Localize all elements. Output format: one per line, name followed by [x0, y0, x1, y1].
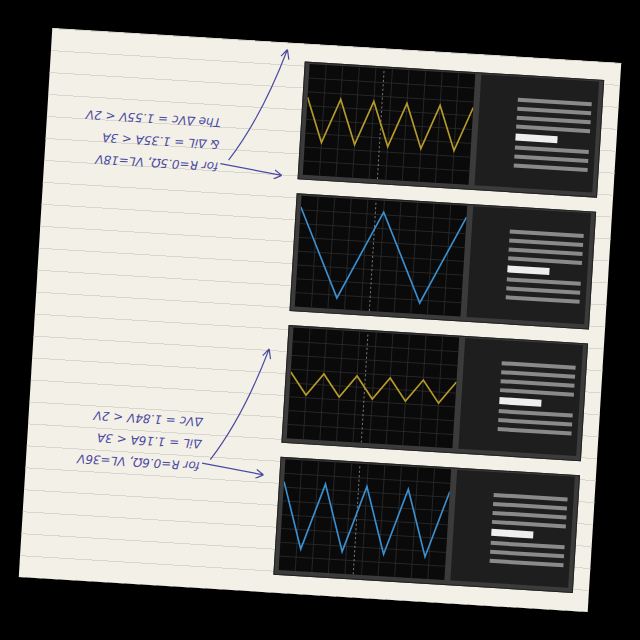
waveform-line — [305, 97, 473, 151]
scope-screenshot — [298, 62, 605, 198]
arrow-icon — [218, 26, 297, 180]
menu-row — [507, 277, 581, 286]
arrow-icon — [199, 325, 278, 479]
menu-row — [501, 361, 575, 370]
menu-row — [498, 418, 572, 427]
handwritten-line: & ΔiL = 1.35A < 3A — [84, 127, 220, 151]
scope-screenshot — [289, 193, 596, 329]
menu-row — [508, 256, 582, 265]
waveform-plot — [279, 459, 451, 580]
menu-row — [516, 124, 590, 133]
menu-row — [517, 106, 591, 115]
menu-row — [505, 295, 579, 304]
scope-screenshot — [281, 325, 588, 461]
photo-background: for R=0.6Ω, VL=36VΔiL = 1.16A < 3AΔVc = … — [0, 0, 640, 640]
menu-row — [509, 238, 583, 247]
handwritten-line: for R=0.5Ω, VL=18V — [83, 149, 219, 173]
measurement-menu — [475, 75, 600, 193]
menu-row — [515, 145, 589, 154]
measurement-menu — [458, 338, 583, 456]
handwritten-line: ΔVc = 1.84V < 2V — [79, 406, 203, 429]
menu-row — [509, 229, 583, 238]
waveform-plot — [295, 196, 467, 317]
handwritten-line: The ΔVc = 1.55V < 2V — [85, 105, 221, 129]
waveform-line — [289, 372, 456, 404]
menu-row — [492, 511, 566, 520]
menu-row — [506, 286, 580, 295]
waveform-line — [280, 482, 450, 558]
handwritten-line: for R=0.6Ω, VL=36V — [77, 449, 201, 472]
menu-row — [508, 247, 582, 256]
waveform-plot — [303, 64, 475, 185]
printout-column — [273, 62, 604, 593]
menu-row — [514, 154, 588, 163]
menu-row — [500, 379, 574, 388]
note-group: for R=0.6Ω, VL=36VΔiL = 1.16A < 3AΔVc = … — [42, 316, 279, 480]
waveform-line — [295, 207, 466, 305]
menu-row — [493, 493, 567, 502]
notes-column: for R=0.6Ω, VL=36VΔiL = 1.16A < 3AΔVc = … — [36, 47, 295, 574]
menu-row — [491, 529, 534, 539]
menu-row — [490, 541, 564, 550]
menu-row — [493, 502, 567, 511]
menu-row — [489, 558, 563, 567]
menu-row — [490, 549, 564, 558]
menu-row — [492, 520, 566, 529]
menu-row — [516, 115, 590, 124]
menu-row — [518, 97, 592, 106]
menu-row — [500, 388, 574, 397]
menu-row — [514, 163, 588, 172]
note-group: for R=0.5Ω, VL=18V& ΔiL = 1.35A < 3AThe … — [60, 16, 297, 180]
waveform-plot — [287, 328, 459, 449]
notebook-page: for R=0.6Ω, VL=36VΔiL = 1.16A < 3AΔVc = … — [19, 28, 622, 612]
menu-row — [499, 397, 542, 407]
menu-row — [515, 133, 558, 143]
menu-row — [501, 370, 575, 379]
menu-row — [498, 409, 572, 418]
menu-row — [507, 265, 550, 275]
handwritten-line: ΔiL = 1.16A < 3A — [78, 427, 202, 450]
measurement-menu — [450, 470, 575, 588]
measurement-menu — [466, 206, 591, 324]
scope-screenshot — [273, 457, 580, 593]
menu-row — [497, 427, 571, 436]
